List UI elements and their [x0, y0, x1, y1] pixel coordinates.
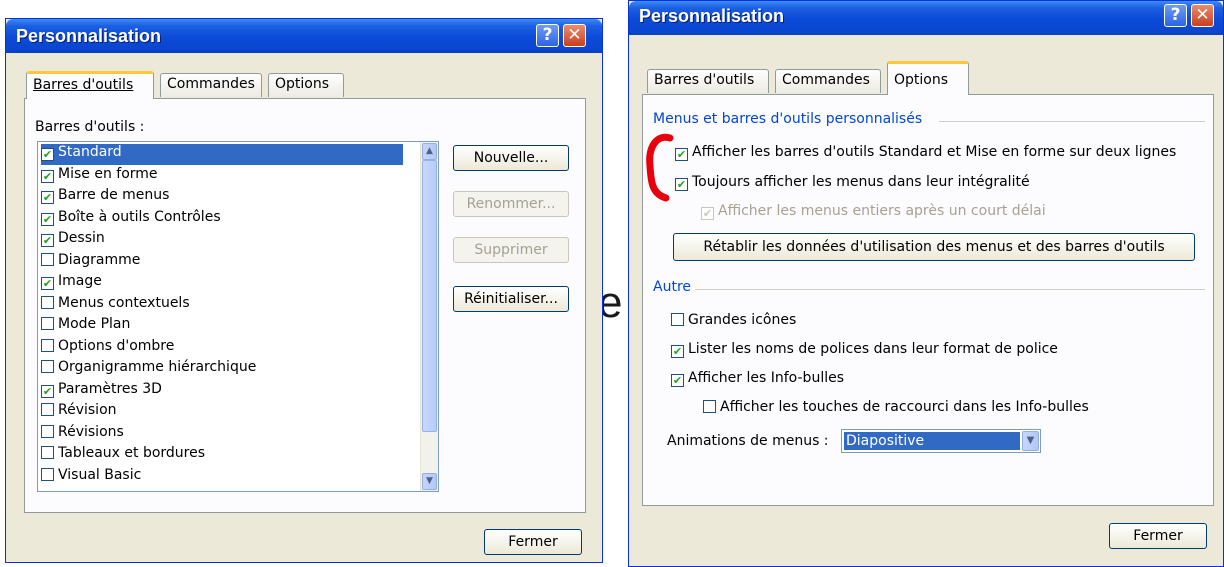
checkbox[interactable] — [41, 446, 54, 459]
tab-toolbars[interactable]: Barres d'outils — [26, 71, 154, 99]
tab-commands[interactable]: Commandes — [160, 73, 262, 97]
option-full-menus[interactable]: ✔ Toujours afficher les menus dans leur i… — [675, 174, 1030, 191]
toolbar-list-item[interactable]: ✔ Paramètres 3D — [41, 381, 162, 402]
red-bracket-annotation — [646, 133, 674, 202]
checkbox[interactable] — [41, 295, 54, 309]
close-icon: ✕ — [1195, 5, 1210, 25]
checkbox[interactable]: ✔ — [41, 277, 54, 290]
toolbar-list-item[interactable]: Menus contextuels — [41, 295, 190, 316]
checkbox[interactable] — [41, 467, 54, 481]
checkbox[interactable] — [41, 360, 54, 373]
checkbox[interactable] — [41, 338, 54, 352]
checkbox[interactable]: ✔ — [41, 191, 54, 204]
reset-usage-data-button[interactable]: Rétablir les données d'utilisation des m… — [673, 233, 1195, 261]
toolbar-list-item[interactable]: ✔ Barre de menus — [41, 187, 169, 208]
option-two-lines[interactable]: ✔ Afficher les barres d'outils Standard e… — [675, 144, 1176, 161]
scroll-down-button[interactable]: ▼ — [422, 473, 437, 490]
tab-options[interactable]: Options — [887, 61, 969, 95]
scroll-up-button[interactable]: ▲ — [422, 143, 437, 160]
checkbox[interactable]: ✔ — [41, 384, 54, 398]
rename-toolbar-button[interactable]: Renommer... — [453, 191, 569, 217]
reset-toolbar-button[interactable]: Réinitialiser... — [453, 286, 569, 312]
checkbox[interactable] — [41, 252, 54, 266]
menu-animations-value: Diapositive — [844, 432, 1020, 450]
close-button[interactable]: Fermer — [1109, 523, 1207, 549]
close-window-button[interactable]: ✕ — [563, 24, 586, 47]
vertical-scrollbar[interactable]: ▲ ▼ — [420, 142, 438, 491]
group-title-menus: Menus et barres d'outils personnalisés — [653, 111, 923, 127]
checkbox[interactable] — [41, 424, 54, 438]
group-divider — [939, 121, 1205, 122]
toolbars-list-label: Barres d'outils : — [35, 119, 145, 135]
tab-options[interactable]: Options — [268, 73, 344, 97]
tab-strip: Barres d'outils Commandes Options — [647, 61, 997, 95]
group-divider — [695, 289, 1205, 290]
option-large-icons[interactable]: Grandes icônes — [671, 312, 796, 328]
checkbox[interactable]: ✔ — [41, 169, 54, 183]
title-bar[interactable]: Personnalisation ? ✕ — [6, 19, 602, 53]
checkbox[interactable] — [41, 403, 54, 416]
checkbox[interactable]: ✔ — [41, 212, 54, 226]
close-icon: ✕ — [567, 25, 582, 45]
toolbar-list-item[interactable]: Diagramme — [41, 252, 140, 273]
tab-toolbars[interactable]: Barres d'outils — [647, 69, 769, 93]
checkbox[interactable]: ✔ — [701, 207, 714, 220]
checkbox[interactable]: ✔ — [675, 178, 688, 191]
checkbox[interactable] — [41, 317, 54, 330]
options-panel: Menus et barres d'outils personnalisés ✔… — [642, 94, 1214, 506]
checkbox[interactable]: ✔ — [41, 234, 54, 247]
help-button[interactable]: ? — [1164, 4, 1187, 27]
toolbar-list-item[interactable]: Tableaux et bordures — [41, 445, 205, 466]
toolbar-list-item[interactable]: ✔ Standard — [41, 144, 403, 165]
menu-animations-select[interactable]: Diapositive ▼ — [841, 429, 1041, 453]
close-button[interactable]: Fermer — [484, 529, 582, 555]
checkbox[interactable]: ✔ — [675, 148, 688, 161]
option-font-names[interactable]: ✔ Lister les noms de polices dans leur fo… — [671, 341, 1058, 358]
toolbar-list-item[interactable]: ✔ Dessin — [41, 230, 105, 251]
chevron-down-icon[interactable]: ▼ — [1022, 431, 1039, 451]
menu-animations-label: Animations de menus : — [667, 433, 829, 449]
tab-strip: Barres d'outils Commandes Options — [26, 71, 356, 99]
customize-dialog-toolbars: Personnalisation ? ✕ Barres d'outils Com… — [5, 18, 603, 563]
checkbox[interactable]: ✔ — [41, 148, 54, 161]
option-delay[interactable]: ✔ Afficher les menus entiers après un cou… — [701, 203, 1046, 220]
toolbar-list-item[interactable]: ✔ Boîte à outils Contrôles — [41, 209, 221, 230]
toolbars-panel: Barres d'outils : ✔ Standard ✔ Mise en form… — [24, 98, 586, 513]
toolbar-list-item[interactable]: Révision — [41, 402, 117, 423]
customize-dialog-options: Personnalisation ? ✕ Barres d'outils Com… — [628, 0, 1224, 567]
toolbar-list-item[interactable]: Options d'ombre — [41, 338, 174, 359]
tab-commands[interactable]: Commandes — [775, 69, 881, 93]
toolbar-list-item[interactable]: Mode Plan — [41, 316, 130, 337]
toolbar-list-item[interactable]: Révisions — [41, 424, 124, 445]
help-icon: ? — [1170, 5, 1181, 25]
toolbars-listbox[interactable]: ✔ Standard ✔ Mise en forme ✔ Barre de menus ✔ B… — [37, 141, 439, 492]
checkbox[interactable] — [703, 400, 716, 413]
delete-toolbar-button[interactable]: Supprimer — [453, 237, 569, 263]
new-toolbar-button[interactable]: Nouvelle... — [453, 145, 569, 171]
toolbar-list-item[interactable]: Organigramme hiérarchique — [41, 359, 256, 380]
toolbar-list-item[interactable]: Visual Basic — [41, 467, 141, 488]
toolbar-list-item[interactable]: ✔ Mise en forme — [41, 166, 158, 187]
group-title-other: Autre — [653, 279, 692, 295]
checkbox[interactable] — [671, 313, 684, 326]
help-icon: ? — [542, 25, 553, 45]
scroll-thumb[interactable] — [422, 160, 437, 432]
dialog-title: Personnalisation — [16, 26, 162, 46]
close-window-button[interactable]: ✕ — [1191, 4, 1214, 27]
checkbox[interactable]: ✔ — [671, 345, 684, 358]
toolbar-list-item[interactable]: ✔ Image — [41, 273, 102, 294]
title-bar[interactable]: Personnalisation ? ✕ — [629, 1, 1223, 35]
checkbox[interactable]: ✔ — [671, 374, 684, 387]
help-button[interactable]: ? — [536, 24, 559, 47]
dialog-title: Personnalisation — [639, 6, 785, 26]
option-shortcut-keys[interactable]: Afficher les touches de raccourci dans l… — [703, 399, 1089, 415]
option-tooltips[interactable]: ✔ Afficher les Info-bulles — [671, 370, 844, 387]
